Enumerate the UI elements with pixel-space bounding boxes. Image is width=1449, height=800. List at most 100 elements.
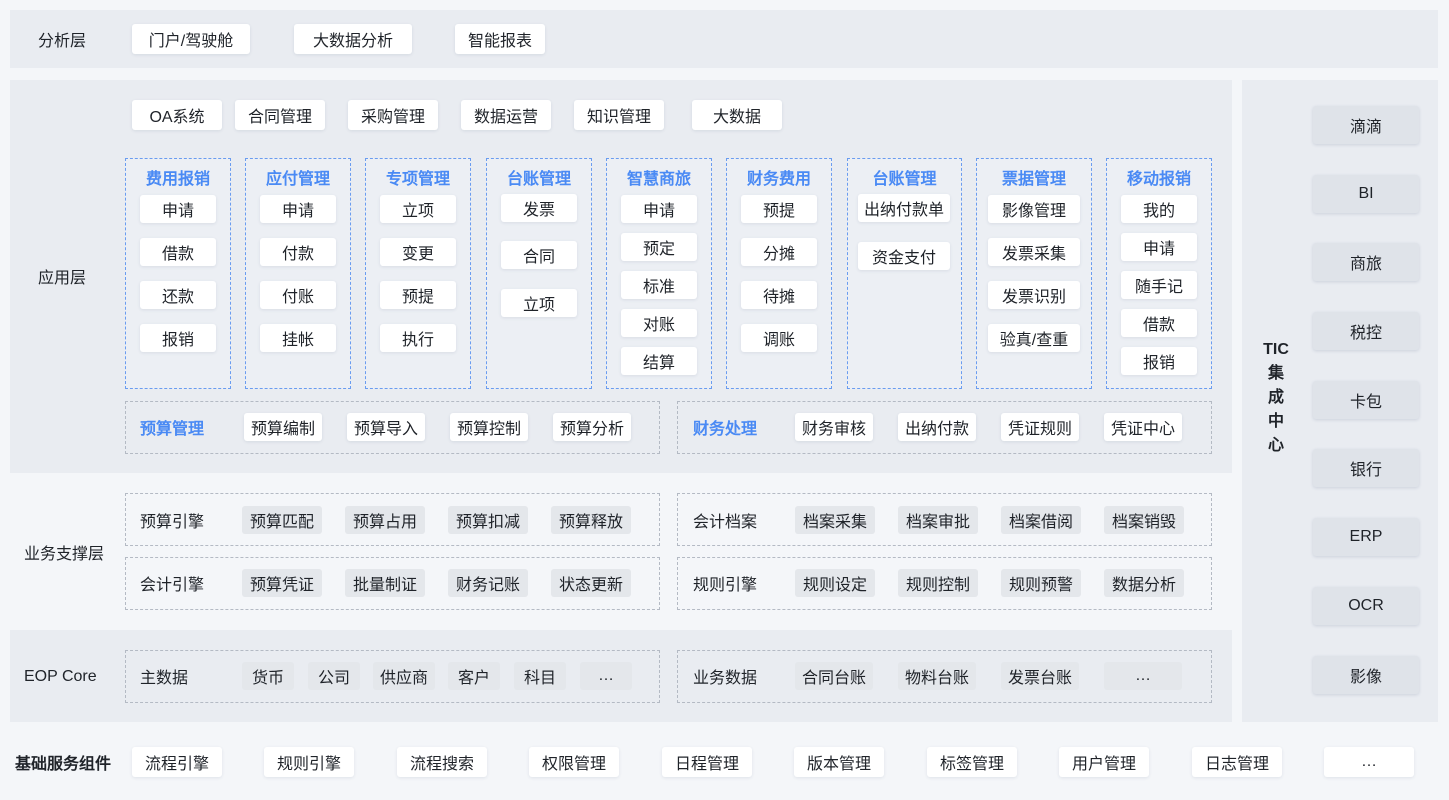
app-top-item[interactable]: OA系统 bbox=[132, 100, 222, 130]
finance-item[interactable]: 凭证规则 bbox=[1001, 413, 1079, 441]
base-service-item[interactable]: 流程引擎 bbox=[132, 747, 222, 777]
app-top-item[interactable]: 大数据 bbox=[692, 100, 782, 130]
module-item[interactable]: 申请 bbox=[140, 195, 216, 223]
module-item[interactable]: 验真/查重 bbox=[988, 324, 1080, 352]
module-item[interactable]: 借款 bbox=[1121, 309, 1197, 337]
master-data-item[interactable]: … bbox=[580, 662, 632, 690]
support-item[interactable]: 规则预警 bbox=[1001, 569, 1081, 597]
module-item[interactable]: 结算 bbox=[621, 347, 697, 375]
business-data-item[interactable]: … bbox=[1104, 662, 1182, 690]
tic-item[interactable]: OCR bbox=[1313, 587, 1419, 625]
module-item[interactable]: 调账 bbox=[741, 324, 817, 352]
master-data-item[interactable]: 货币 bbox=[242, 662, 294, 690]
module-item[interactable]: 资金支付 bbox=[858, 242, 950, 270]
support-item[interactable]: 状态更新 bbox=[551, 569, 631, 597]
module-item[interactable]: 付账 bbox=[260, 281, 336, 309]
module-item[interactable]: 随手记 bbox=[1121, 271, 1197, 299]
finance-item[interactable]: 出纳付款 bbox=[898, 413, 976, 441]
master-data-item[interactable]: 供应商 bbox=[373, 662, 435, 690]
module-item[interactable]: 我的 bbox=[1121, 195, 1197, 223]
module-item[interactable]: 对账 bbox=[621, 309, 697, 337]
tic-item[interactable]: 影像 bbox=[1313, 656, 1419, 694]
module-item[interactable]: 报销 bbox=[140, 324, 216, 352]
module-item[interactable]: 变更 bbox=[380, 238, 456, 266]
base-service-item[interactable]: 用户管理 bbox=[1059, 747, 1149, 777]
support-item[interactable]: 批量制证 bbox=[345, 569, 425, 597]
base-service-item[interactable]: 标签管理 bbox=[927, 747, 1017, 777]
base-service-item[interactable]: 日志管理 bbox=[1192, 747, 1282, 777]
module-item[interactable]: 立项 bbox=[380, 195, 456, 223]
support-item[interactable]: 规则设定 bbox=[795, 569, 875, 597]
module-item[interactable]: 出纳付款单 bbox=[858, 194, 950, 222]
base-service-item[interactable]: … bbox=[1324, 747, 1414, 777]
module-item[interactable]: 发票采集 bbox=[988, 238, 1080, 266]
module-item[interactable]: 合同 bbox=[501, 241, 577, 269]
module-item[interactable]: 预提 bbox=[741, 195, 817, 223]
tic-item[interactable]: BI bbox=[1313, 175, 1419, 213]
finance-item[interactable]: 财务审核 bbox=[795, 413, 873, 441]
base-service-item[interactable]: 日程管理 bbox=[662, 747, 752, 777]
module-item[interactable]: 执行 bbox=[380, 324, 456, 352]
business-data-item[interactable]: 发票台账 bbox=[1001, 662, 1079, 690]
business-data-item[interactable]: 合同台账 bbox=[795, 662, 873, 690]
support-item[interactable]: 规则控制 bbox=[898, 569, 978, 597]
module-item[interactable]: 发票识别 bbox=[988, 281, 1080, 309]
support-item[interactable]: 财务记账 bbox=[448, 569, 528, 597]
support-item[interactable]: 档案借阅 bbox=[1001, 506, 1081, 534]
tic-item[interactable]: 银行 bbox=[1313, 449, 1419, 487]
support-item[interactable]: 数据分析 bbox=[1104, 569, 1184, 597]
tic-item[interactable]: 商旅 bbox=[1313, 243, 1419, 281]
base-service-item[interactable]: 流程搜索 bbox=[397, 747, 487, 777]
base-service-item[interactable]: 版本管理 bbox=[794, 747, 884, 777]
support-item[interactable]: 预算凭证 bbox=[242, 569, 322, 597]
analysis-item[interactable]: 智能报表 bbox=[455, 24, 545, 54]
budget-item[interactable]: 预算控制 bbox=[450, 413, 528, 441]
module-item[interactable]: 申请 bbox=[260, 195, 336, 223]
module-item[interactable]: 预提 bbox=[380, 281, 456, 309]
support-row-title: 规则引擎 bbox=[693, 577, 758, 594]
module-item[interactable]: 立项 bbox=[501, 289, 577, 317]
module-item[interactable]: 预定 bbox=[621, 233, 697, 261]
module-item[interactable]: 发票 bbox=[501, 194, 577, 222]
support-item[interactable]: 档案采集 bbox=[795, 506, 875, 534]
module-item[interactable]: 标准 bbox=[621, 271, 697, 299]
tic-item[interactable]: 卡包 bbox=[1313, 381, 1419, 419]
module-item[interactable]: 分摊 bbox=[741, 238, 817, 266]
finance-item[interactable]: 凭证中心 bbox=[1104, 413, 1182, 441]
base-service-item[interactable]: 规则引擎 bbox=[264, 747, 354, 777]
module-item[interactable]: 影像管理 bbox=[988, 195, 1080, 223]
master-data-item[interactable]: 客户 bbox=[448, 662, 500, 690]
app-top-item[interactable]: 采购管理 bbox=[348, 100, 438, 130]
module-item[interactable]: 借款 bbox=[140, 238, 216, 266]
support-item[interactable]: 预算扣减 bbox=[448, 506, 528, 534]
module-item[interactable]: 申请 bbox=[1121, 233, 1197, 261]
support-item[interactable]: 档案销毁 bbox=[1104, 506, 1184, 534]
support-item[interactable]: 预算释放 bbox=[551, 506, 631, 534]
module-item[interactable]: 申请 bbox=[621, 195, 697, 223]
tic-item[interactable]: 滴滴 bbox=[1313, 106, 1419, 144]
analysis-item[interactable]: 大数据分析 bbox=[294, 24, 412, 54]
support-item[interactable]: 预算占用 bbox=[345, 506, 425, 534]
tic-item[interactable]: 税控 bbox=[1313, 312, 1419, 350]
module-item[interactable]: 付款 bbox=[260, 238, 336, 266]
budget-item[interactable]: 预算导入 bbox=[347, 413, 425, 441]
app-top-item[interactable]: 知识管理 bbox=[574, 100, 664, 130]
base-service-item[interactable]: 权限管理 bbox=[529, 747, 619, 777]
budget-item[interactable]: 预算编制 bbox=[244, 413, 322, 441]
budget-item[interactable]: 预算分析 bbox=[553, 413, 631, 441]
tic-item[interactable]: ERP bbox=[1313, 518, 1419, 556]
master-data-item[interactable]: 公司 bbox=[308, 662, 360, 690]
analysis-item[interactable]: 门户/驾驶舱 bbox=[132, 24, 250, 54]
business-data-item[interactable]: 物料台账 bbox=[898, 662, 976, 690]
module-item[interactable]: 挂帐 bbox=[260, 324, 336, 352]
module-item[interactable]: 报销 bbox=[1121, 347, 1197, 375]
module-item[interactable]: 还款 bbox=[140, 281, 216, 309]
support-layer-label: 业务支撑层 bbox=[24, 546, 105, 563]
master-data-item[interactable]: 科目 bbox=[514, 662, 566, 690]
module-item[interactable]: 待摊 bbox=[741, 281, 817, 309]
app-top-item[interactable]: 合同管理 bbox=[235, 100, 325, 130]
app-top-item[interactable]: 数据运营 bbox=[461, 100, 551, 130]
support-item[interactable]: 预算匹配 bbox=[242, 506, 322, 534]
support-item[interactable]: 档案审批 bbox=[898, 506, 978, 534]
base-layer-label: 基础服务组件 bbox=[15, 756, 112, 773]
